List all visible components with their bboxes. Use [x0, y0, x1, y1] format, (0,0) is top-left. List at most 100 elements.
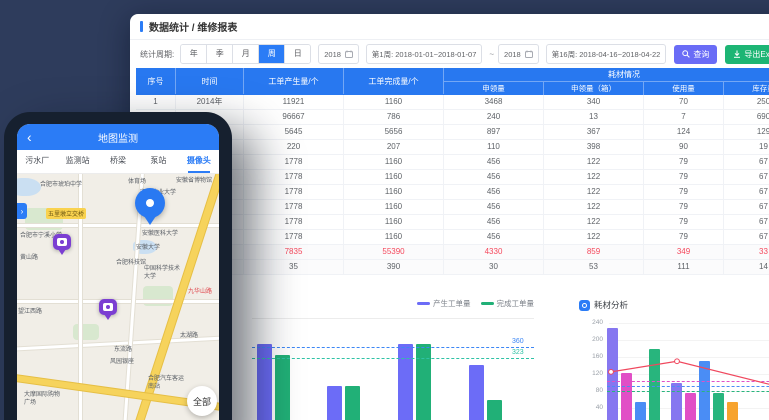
table-cell: 67 [724, 200, 769, 214]
search-icon [682, 50, 690, 58]
phone-tab-监测站[interactable]: 监测站 [57, 150, 97, 173]
period-option-1[interactable]: 年 [181, 45, 207, 63]
table-cell: 79 [644, 185, 724, 199]
end-week-input[interactable]: 第16周: 2018-04-16~2018-04-22 [546, 44, 667, 64]
breadcrumb: 数据统计 / 维修报表 [149, 19, 237, 34]
phone-title: 地图监测 [98, 130, 138, 145]
group-header: 耗材情况申领量申领量（箱）使用量库存量 [444, 68, 769, 95]
table-cell: 456 [444, 200, 544, 214]
table-cell: 250 [724, 95, 769, 109]
camera-pin[interactable] [99, 299, 117, 315]
summary-cell: 349 [644, 245, 724, 259]
table-header: 序号时间工单产生量/个工单完成量/个耗材情况申领量申领量（箱）使用量库存量 [136, 68, 769, 95]
map-label: 体育场 [128, 176, 146, 185]
all-filter-button[interactable]: 全部 [187, 386, 217, 416]
table-row: 96667786240137690 [136, 110, 769, 125]
query-button[interactable]: 查询 [674, 45, 717, 64]
map-expander[interactable]: › [17, 203, 27, 219]
calendar-icon [345, 50, 353, 58]
bar [649, 349, 660, 420]
table-cell: 456 [444, 155, 544, 169]
camera-pin[interactable] [53, 234, 71, 250]
table-cell: 1160 [344, 200, 444, 214]
table-cell: 13 [544, 110, 644, 124]
table-cell: 5645 [244, 125, 344, 139]
map-road [17, 224, 219, 227]
camera-icon [103, 303, 113, 311]
table-cell: 1 [136, 95, 176, 109]
table-cell: 456 [444, 170, 544, 184]
table-cell: 122 [544, 170, 644, 184]
selected-camera-pin[interactable] [135, 188, 165, 218]
summary-cell: 859 [544, 245, 644, 259]
period-option-3[interactable]: 月 [233, 45, 259, 63]
download-icon [733, 50, 741, 58]
bar-完成工单量 [416, 344, 431, 420]
phone-tab-摄像头[interactable]: 摄像头 [179, 150, 219, 173]
reference-line [607, 386, 769, 387]
reference-label: 323 [512, 349, 524, 356]
gridline [609, 340, 769, 341]
map-water [17, 178, 41, 196]
y-axis-tick: 80 [573, 387, 603, 394]
period-option-5[interactable]: 日 [285, 45, 310, 63]
table-cell: 122 [544, 155, 644, 169]
summary-cell: 7835 [244, 245, 344, 259]
map-label: 黄山路 [20, 252, 38, 261]
bar-产生工单量 [327, 386, 342, 420]
gridline [609, 374, 769, 375]
table-cell: 67 [724, 170, 769, 184]
map-road [17, 300, 219, 303]
bar-完成工单量 [345, 386, 360, 420]
phone-tab-污水厂[interactable]: 污水厂 [17, 150, 57, 173]
end-year-select[interactable]: 2018 [498, 44, 539, 64]
work-order-chart: 产生工单量完成工单量 360323 [240, 296, 540, 420]
table-cell: 124 [644, 125, 724, 139]
bar [685, 393, 696, 420]
map[interactable]: › 五里墩立交桥 合肥市琥珀中学体育场安徽农业大学安徽省博物馆安徽医科大学合肥市… [17, 174, 219, 420]
table-cell: 1778 [244, 200, 344, 214]
table-cell: 67 [724, 215, 769, 229]
chart-title-icon [579, 300, 590, 311]
column-header: 工单产生量/个 [244, 68, 344, 94]
table-cell: 1160 [344, 155, 444, 169]
bar [727, 402, 738, 420]
period-option-4[interactable]: 周 [259, 45, 285, 63]
export-excel-button[interactable]: 导出Excel [725, 45, 769, 64]
table-cell: 1160 [344, 215, 444, 229]
legend-item: 完成工单量 [481, 298, 535, 309]
table-cell: 67 [724, 155, 769, 169]
map-label: 九华山路 [188, 286, 212, 295]
period-option-2[interactable]: 季 [207, 45, 233, 63]
reference-line [252, 358, 534, 359]
table-cell: 240 [444, 110, 544, 124]
table-cell: 456 [444, 185, 544, 199]
summary-cell: 14 [724, 260, 769, 274]
table-cell: 5656 [344, 125, 444, 139]
phone-tab-桥梁[interactable]: 桥梁 [98, 150, 138, 173]
gridline [609, 323, 769, 324]
phone-tab-泵站[interactable]: 泵站 [138, 150, 178, 173]
map-label: 合肥科技馆 [116, 257, 146, 266]
start-year-value: 2018 [324, 50, 341, 59]
map-park [143, 286, 173, 306]
start-year-select[interactable]: 2018 [318, 44, 359, 64]
table-cell: 129 [724, 125, 769, 139]
camera-icon [57, 238, 67, 246]
table-cell: 96667 [244, 110, 344, 124]
column-header: 工单完成量/个 [344, 68, 444, 94]
legend-mark [481, 302, 494, 305]
column-subheader: 使用量 [644, 82, 724, 95]
table-cell: 1160 [344, 170, 444, 184]
column-subheader: 申领量 [444, 82, 544, 95]
phone-tabs: 污水厂监测站桥梁泵站摄像头 [17, 150, 219, 174]
table-cell: 90 [644, 140, 724, 154]
table-cell: 122 [544, 215, 644, 229]
column-header: 时间 [176, 68, 244, 94]
table-cell: 122 [544, 185, 644, 199]
table-cell: 79 [644, 170, 724, 184]
back-icon[interactable]: ‹ [27, 127, 32, 147]
table-cell: 1778 [244, 215, 344, 229]
start-week-input[interactable]: 第1周: 2018-01-01~2018-01-07 [366, 44, 482, 64]
group-header-title: 耗材情况 [444, 68, 769, 82]
